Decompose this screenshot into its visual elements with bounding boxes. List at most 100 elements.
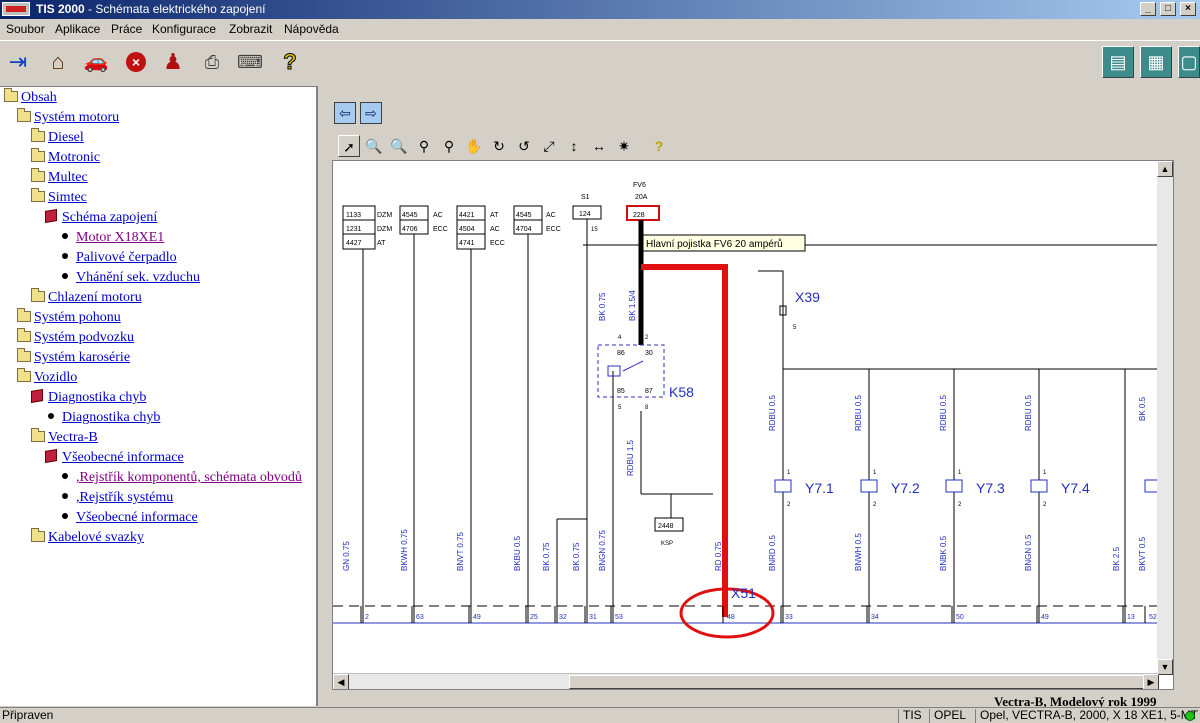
code-number: 1133 [346, 212, 361, 219]
menu-aplikace[interactable]: Aplikace [55, 22, 100, 36]
connector-pin: 31 [589, 614, 597, 621]
tree-item-vhaneni[interactable]: Vhánění sek. vzduchu [59, 270, 200, 288]
scroll-right-button[interactable]: ▶ [1143, 674, 1159, 689]
fit-all-icon[interactable]: ⤢ [538, 135, 560, 157]
connector-pin: 63 [416, 614, 424, 621]
zoom-icon[interactable]: ⚲ [413, 135, 435, 157]
main-toolbar: ⇥ ⌂ 🚗 × ♟ ⎙ ⌨ ? ▤ ▦ ▢ [0, 40, 1200, 85]
select-arrow-icon[interactable]: ➚ [338, 135, 360, 157]
tree-item-label: Systém karosérie [34, 350, 131, 365]
wire-label: RDBU 0.5 [939, 394, 948, 431]
scroll-up-button[interactable]: ▲ [1157, 161, 1173, 177]
ksp-code: 2448 [658, 523, 674, 530]
window-icon[interactable]: ▢ [1178, 46, 1200, 78]
close-button[interactable]: × [1180, 2, 1196, 16]
scroll-left-button[interactable]: ◀ [333, 674, 349, 689]
tree-item-system-motoru[interactable]: Systém motoru [17, 108, 119, 128]
wire-label: GN 0.75 [342, 541, 351, 571]
generated-diagram-layer: Y7.1 1 2 Y7.2 1 2 Y7.3 1 2 Y7.4 1 2 GN 0.75 BKWH 0.75… [342, 290, 1159, 623]
wire-label: RDBU 1.5 [626, 439, 635, 476]
s1-value: 124 [579, 211, 591, 218]
horizontal-scroll-thumb[interactable] [569, 675, 1159, 689]
folder-icon [31, 128, 45, 142]
folder-icon [17, 308, 31, 322]
tree-item-diesel[interactable]: Diesel [31, 128, 84, 148]
pan-hand-icon[interactable]: ✋ [463, 135, 485, 157]
minimize-button[interactable]: _ [1140, 2, 1156, 16]
tree-item-vozidlo[interactable]: Vozidlo [17, 368, 77, 388]
injector-pin: 1 [787, 470, 791, 476]
tree-item-system-karoserie[interactable]: Systém karosérie [17, 348, 131, 368]
x39-pin: 5 [793, 325, 797, 331]
contents-tree: Obsah Systém motoru Diesel Motronic Mult… [0, 86, 318, 706]
tree-item-motronic[interactable]: Motronic [31, 148, 100, 168]
horizontal-scrollbar[interactable]: ◀ ▶ [333, 673, 1159, 689]
menu-konfigurace[interactable]: Konfigurace [152, 22, 216, 36]
code-tag: AT [490, 212, 499, 219]
connector-pin: 33 [785, 614, 793, 621]
zoom-window-icon[interactable]: ⚲ [438, 135, 460, 157]
bullet-icon [62, 253, 68, 259]
rotate-right-icon[interactable]: ↻ [488, 135, 510, 157]
wiring-diagram[interactable]: 1133 DZM 1231 DZM 4427 AT 4545 AC 4706 E… [333, 161, 1159, 675]
wire-label: BNGN 0.5 [1024, 534, 1033, 571]
tree-item-vseobecne-book[interactable]: Všeobecné informace [45, 448, 184, 468]
wire-label: BKVT 0.5 [1138, 536, 1147, 571]
tree-item-system-pohonu[interactable]: Systém pohonu [17, 308, 121, 328]
home-icon[interactable]: ⌂ [42, 46, 74, 78]
maximize-button[interactable]: □ [1160, 2, 1176, 16]
fit-height-icon[interactable]: ↕ [563, 135, 585, 157]
fit-width-icon[interactable]: ↔ [588, 135, 610, 157]
code-number: 4741 [459, 240, 475, 247]
tree-item-rejstrik-komponentu[interactable]: ,Rejstřík komponentů, schémata obvodů [59, 470, 302, 488]
vertical-scrollbar[interactable]: ▲ ▼ [1157, 161, 1173, 675]
stop-icon[interactable]: × [120, 46, 152, 78]
scroll-down-button[interactable]: ▼ [1157, 659, 1173, 675]
tree-item-multec[interactable]: Multec [31, 168, 88, 188]
vehicle-icon[interactable]: 🚗 [80, 46, 112, 78]
tree-item-kabelove-svazky[interactable]: Kabelové svazky [31, 528, 144, 548]
tree-item-obsah[interactable]: Obsah [4, 88, 57, 108]
relay-k58[interactable]: 4 2 86 30 85 87 5 8 K58 [597, 335, 694, 411]
diagnostics-icon[interactable]: ▤ [1102, 46, 1134, 78]
vehicle-info-icon[interactable]: ▦ [1140, 46, 1172, 78]
zoom-out-icon[interactable]: 🔍 [388, 135, 410, 157]
menu-soubor[interactable]: Soubor [6, 22, 45, 36]
tree-item-schema-zapojeni[interactable]: Schéma zapojení [45, 208, 157, 228]
book-icon [31, 388, 43, 404]
exit-icon[interactable]: ⇥ [2, 46, 34, 78]
tree-item-diagnostika[interactable]: Diagnostika chyb [45, 410, 160, 428]
wiring-diagram-viewer[interactable]: 1133 DZM 1231 DZM 4427 AT 4545 AC 4706 E… [332, 160, 1174, 690]
tree-item-system-podvozku[interactable]: Systém podvozku [17, 328, 134, 348]
tree-item-vectra-b[interactable]: Vectra-B [31, 428, 98, 448]
book-icon [45, 448, 57, 464]
zoom-in-icon[interactable]: 🔍 [363, 135, 385, 157]
wire-label: RDBU 0.5 [1024, 394, 1033, 431]
injector-label: Y7.3 [976, 480, 1005, 496]
menu-zobrazit[interactable]: Zobrazit [229, 22, 272, 36]
injector-pin: 2 [787, 502, 791, 508]
help-icon[interactable]: ? [274, 46, 306, 78]
print-icon[interactable]: ⎙ [196, 46, 228, 78]
keyboard-icon[interactable]: ⌨ [234, 46, 266, 78]
tree-item-chlazeni[interactable]: Chlazení motoru [31, 288, 142, 308]
forward-button[interactable]: ⇨ [360, 102, 382, 124]
wire-label: BK 0.75 [542, 542, 551, 571]
status-bar: Připraven TIS OPEL Opel, VECTRA-B, 2000,… [0, 707, 1200, 723]
tree-item-motor-x18xe1[interactable]: Motor X18XE1 [59, 230, 164, 248]
fuse-fv6[interactable]: FV6 20A 228 [626, 182, 660, 221]
connector-pin: 50 [956, 614, 964, 621]
tree-item-label: Vhánění sek. vzduchu [76, 270, 201, 285]
user-icon[interactable]: ♟ [157, 46, 189, 78]
menu-prace[interactable]: Práce [111, 22, 142, 36]
tree-item-diagnostika-book[interactable]: Diagnostika chyb [31, 388, 146, 408]
help-icon[interactable]: ? [648, 135, 670, 157]
tree-item-simtec[interactable]: Simtec [31, 188, 87, 208]
menu-napoveda[interactable]: Nápověda [284, 22, 339, 36]
tree-item-palivove-cerpadlo[interactable]: Palivové čerpadlo [59, 250, 177, 268]
rotate-left-icon[interactable]: ↺ [513, 135, 535, 157]
highlight-icon[interactable]: ✷ [613, 135, 635, 157]
back-button[interactable]: ⇦ [334, 102, 356, 124]
tree-item-vseobecne[interactable]: Všeobecné informace [59, 510, 198, 528]
tree-item-rejstrik-systemu[interactable]: ,Rejstřík systému [59, 490, 173, 508]
